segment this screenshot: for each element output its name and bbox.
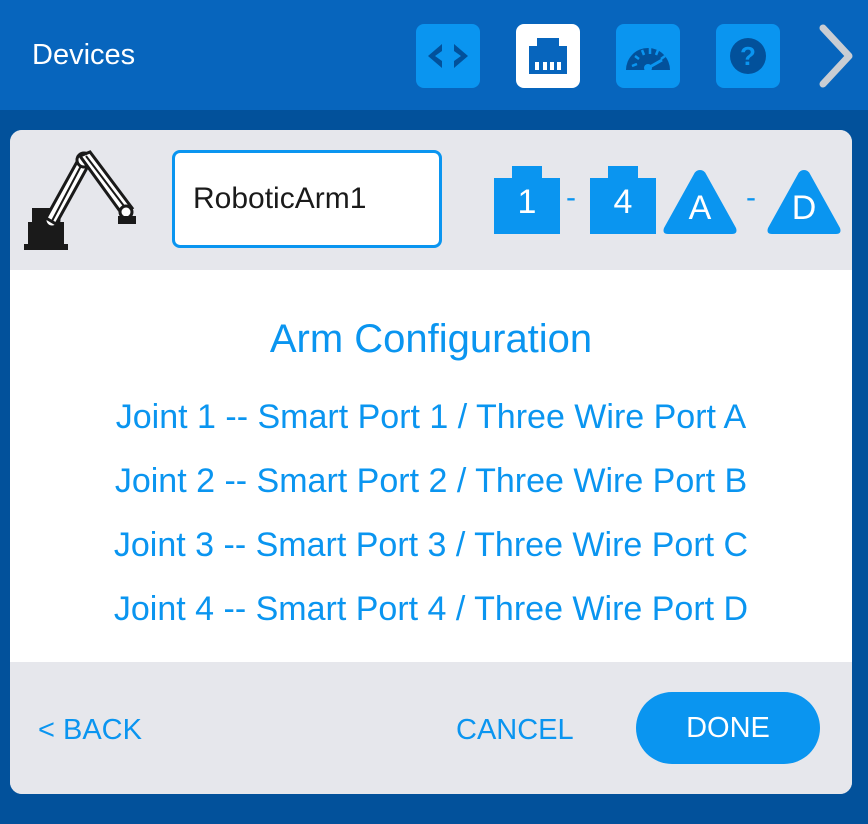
robotic-arm-icon [24,150,136,250]
joint-mapping-1: Joint 1 -- Smart Port 1 / Three Wire Por… [115,398,747,436]
cancel-button[interactable]: CANCEL [456,710,574,750]
code-button[interactable] [416,24,480,88]
joint-mapping-2: Joint 2 -- Smart Port 2 / Three Wire Por… [114,462,748,500]
smart-port-start-label: 1 [517,183,537,221]
joint-list: Joint 1 -- Smart Port 1 / Three Wire Por… [10,392,852,648]
done-button[interactable]: DONE [636,692,820,764]
devices-button[interactable] [516,24,580,88]
three-wire-port-start[interactable]: A [662,166,738,234]
configuration-title: Arm Configuration [269,317,593,361]
three-wire-port-start-label: A [688,189,712,227]
joint-mapping-3: Joint 3 -- Smart Port 3 / Three Wire Por… [113,526,749,564]
device-bar: 1 - 4 A - D [10,130,852,270]
smart-port-separator: - [566,181,576,214]
three-wire-port-end[interactable]: D [766,166,842,234]
smart-port-end[interactable]: 4 [590,166,656,234]
dashboard-gauge-icon [626,48,670,72]
help-button[interactable]: ? [716,24,780,88]
back-button[interactable]: < BACK [38,710,142,750]
three-wire-port-separator: - [746,181,756,214]
ethernet-port-icon [529,38,567,74]
page-title: Devices [32,39,136,71]
next-page-button[interactable] [810,22,860,90]
top-bar: Devices ? [0,0,868,110]
device-name-input[interactable] [172,150,442,248]
dashboard-button[interactable] [616,24,680,88]
joint-mapping-4: Joint 4 -- Smart Port 4 / Three Wire Por… [113,590,749,628]
smart-port-end-label: 4 [613,183,633,221]
chevron-right-icon [819,24,853,88]
three-wire-port-end-label: D [791,189,817,227]
dialog-footer: < BACK CANCEL DONE [10,662,852,794]
help-icon: ? [730,38,766,74]
device-config-card: 1 - 4 A - D Arm Configuration Joint 1 [10,130,852,794]
code-brackets-icon [428,44,468,68]
smart-port-start[interactable]: 1 [494,166,560,234]
arm-configuration-panel: Arm Configuration Joint 1 -- Smart Port … [10,270,852,662]
svg-text:?: ? [740,41,756,71]
